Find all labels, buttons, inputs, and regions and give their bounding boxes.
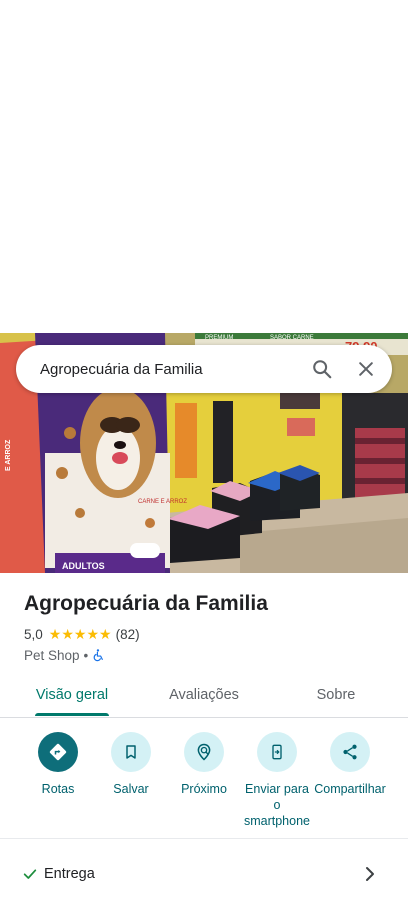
bookmark-icon <box>126 745 136 759</box>
share-label: Compartilhar <box>314 782 386 796</box>
category-row: Pet Shop • <box>24 646 105 664</box>
rating-value: 5,0 <box>24 626 43 642</box>
wheelchair-accessible-icon <box>93 649 104 662</box>
bag-flavor-text: CARNE E ARROZ <box>138 499 187 505</box>
save-button[interactable]: Salvar <box>91 730 171 797</box>
rating-stars: ★ ★ ★ ★ ★ <box>49 627 112 641</box>
nearby-label: Próximo <box>181 782 227 796</box>
tab-about[interactable]: Sobre <box>300 672 372 718</box>
send-to-phone-button-circle <box>257 732 297 772</box>
nearby-button[interactable]: Próximo <box>164 730 244 797</box>
nearby-icon <box>197 743 211 761</box>
search-bar[interactable]: Agropecuária da Familia <box>16 345 392 393</box>
search-icon <box>313 360 332 379</box>
star-icon: ★ <box>73 626 87 642</box>
clear-search-button[interactable] <box>344 347 388 391</box>
check-icon-wrap <box>22 865 40 883</box>
directions-label: Rotas <box>41 782 75 796</box>
chevron-right-icon <box>366 867 374 881</box>
tab-reviews[interactable]: Avaliações <box>154 672 254 718</box>
rating-row[interactable]: 5,0 ★ ★ ★ ★ ★ (82) <box>24 625 140 643</box>
share-button[interactable]: Compartilhar <box>310 730 390 797</box>
star-icon: ★ <box>61 626 74 642</box>
place-title: Agropecuária da Familia <box>24 592 268 615</box>
send-to-phone-button[interactable]: Enviar para o smartphone <box>237 730 317 829</box>
directions-button[interactable]: Rotas <box>18 730 98 797</box>
bag-adults-text: ADULTOS <box>62 561 105 571</box>
directions-icon <box>49 743 67 761</box>
chevron-right-wrap <box>364 864 380 884</box>
share-icon <box>343 744 357 760</box>
review-count[interactable]: (82) <box>116 627 140 642</box>
action-buttons: Rotas Salvar Próximo Enviar para o smart… <box>0 730 408 830</box>
star-icon: ★ <box>86 626 100 642</box>
search-button[interactable] <box>300 347 344 391</box>
separator-dot: • <box>83 647 89 663</box>
share-button-circle <box>330 732 370 772</box>
feature-row-delivery[interactable]: Entrega <box>0 856 408 892</box>
banner-left-text: PREMIUM <box>205 335 233 341</box>
section-divider <box>0 838 408 839</box>
close-icon <box>359 362 373 376</box>
tab-bar: Visão geral Avaliações Sobre <box>0 672 408 718</box>
save-button-circle <box>111 732 151 772</box>
banner-mid-text: SABOR CARNE <box>270 335 314 341</box>
feature-label-delivery: Entrega <box>44 866 95 882</box>
active-tab-indicator <box>35 713 109 716</box>
send-to-phone-label: Enviar para o smartphone <box>243 782 310 828</box>
tab-overview[interactable]: Visão geral <box>24 672 120 718</box>
star-icon: ★ <box>48 626 62 642</box>
star-icon: ★ <box>99 626 112 642</box>
nearby-button-circle <box>184 732 224 772</box>
save-label: Salvar <box>113 782 149 796</box>
search-input[interactable]: Agropecuária da Familia <box>40 361 300 378</box>
check-icon <box>23 869 37 879</box>
bag-side-text: E ARROZ <box>5 439 12 471</box>
map-area-blank <box>0 0 408 333</box>
place-category: Pet Shop <box>24 647 80 663</box>
directions-button-circle <box>38 732 78 772</box>
send-to-phone-icon <box>272 744 282 760</box>
